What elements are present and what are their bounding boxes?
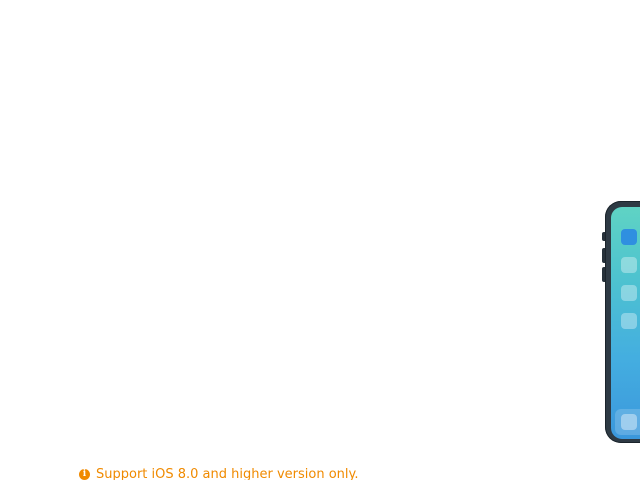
phone-volume-up-button	[602, 248, 605, 263]
phone-screen	[611, 207, 640, 439]
phone-dock	[615, 409, 640, 435]
page: i Support iOS 8.0 and higher version onl…	[0, 0, 640, 480]
support-notice: i Support iOS 8.0 and higher version onl…	[79, 466, 359, 480]
app-icon	[621, 229, 637, 245]
app-icon	[621, 313, 637, 329]
support-notice-text: Support iOS 8.0 and higher version only.	[96, 466, 359, 480]
phone-mute-switch	[602, 232, 605, 241]
info-icon: i	[79, 468, 90, 480]
phone-volume-down-button	[602, 267, 605, 282]
app-icon	[621, 257, 637, 273]
dock-app-icon	[621, 414, 637, 430]
iphone-illustration	[602, 201, 640, 443]
app-icon	[621, 285, 637, 301]
